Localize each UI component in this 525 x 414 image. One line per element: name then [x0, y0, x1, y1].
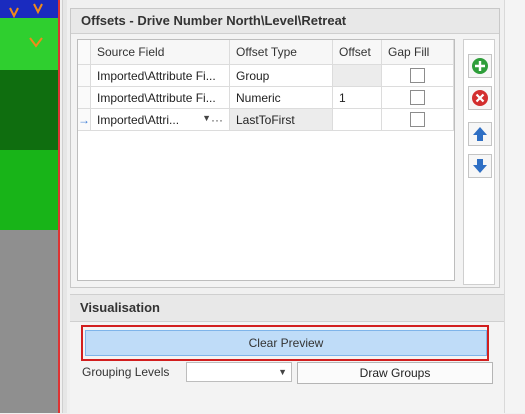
- row-header-corner: [78, 40, 91, 65]
- source-field-cell-editing[interactable]: ··· ▼ Imported\Attri...: [90, 108, 230, 131]
- row-toolbar: [463, 39, 495, 285]
- visualisation-title: Visualisation: [70, 295, 504, 322]
- 3d-viewport[interactable]: [0, 0, 60, 413]
- offset-cell[interactable]: [332, 64, 382, 87]
- table-row[interactable]: → ··· ▼ Imported\Attri... LastToFirst: [78, 108, 454, 131]
- draw-groups-button[interactable]: Draw Groups: [297, 362, 493, 384]
- ellipsis-button[interactable]: ···: [211, 113, 223, 127]
- col-source-field[interactable]: Source Field: [90, 40, 230, 65]
- add-icon: [472, 58, 488, 74]
- offsets-title: Offsets - Drive Number North\Level\Retre…: [71, 9, 499, 34]
- offset-type-cell[interactable]: Numeric: [229, 86, 333, 109]
- col-gap-fill[interactable]: Gap Fill: [381, 40, 454, 65]
- current-row-marker[interactable]: →: [78, 108, 91, 131]
- source-field-value: Imported\Attri...: [97, 112, 180, 127]
- offset-cell[interactable]: 1: [332, 86, 382, 109]
- remove-icon: [472, 90, 488, 106]
- splitter[interactable]: [62, 0, 67, 413]
- clear-preview-button[interactable]: Clear Preview: [85, 330, 487, 356]
- panel-scrollbar[interactable]: [504, 0, 525, 413]
- row-header[interactable]: [78, 86, 91, 109]
- offset-cell[interactable]: [332, 108, 382, 131]
- table-row[interactable]: Imported\Attribute Fi... Group: [78, 64, 454, 87]
- gap-fill-checkbox[interactable]: [410, 68, 425, 84]
- move-up-button[interactable]: [468, 122, 492, 146]
- chevron-down-icon[interactable]: ▼: [278, 367, 287, 377]
- offsets-group: Offsets - Drive Number North\Level\Retre…: [70, 8, 500, 288]
- offset-type-cell[interactable]: Group: [229, 64, 333, 87]
- move-up-icon: [473, 127, 487, 141]
- table-row[interactable]: Imported\Attribute Fi... Numeric 1: [78, 86, 454, 109]
- add-row-button[interactable]: [468, 54, 492, 78]
- col-offset[interactable]: Offset: [332, 40, 382, 65]
- viewport-surface-bottom: [0, 150, 58, 230]
- move-down-button[interactable]: [468, 154, 492, 178]
- clear-preview-highlight: Clear Preview: [81, 325, 489, 361]
- row-header[interactable]: [78, 64, 91, 87]
- remove-row-button[interactable]: [468, 86, 492, 110]
- viewport-floor: [0, 230, 58, 413]
- offsets-grid[interactable]: Source Field Offset Type Offset Gap Fill…: [77, 39, 455, 281]
- move-down-icon: [473, 159, 487, 173]
- col-offset-type[interactable]: Offset Type: [229, 40, 333, 65]
- visualisation-group: Visualisation Clear Preview Grouping Lev…: [70, 294, 504, 414]
- grouping-levels-label: Grouping Levels: [82, 365, 170, 379]
- gap-fill-checkbox[interactable]: [410, 90, 425, 106]
- viewport-dark-block: [0, 70, 58, 150]
- chevron-down-icon[interactable]: ▼: [202, 113, 211, 123]
- source-field-cell[interactable]: Imported\Attribute Fi...: [90, 64, 230, 87]
- grouping-levels-dropdown[interactable]: ▼: [186, 362, 292, 382]
- gap-fill-checkbox[interactable]: [410, 112, 425, 128]
- offset-type-cell[interactable]: LastToFirst: [229, 108, 333, 131]
- source-field-cell[interactable]: Imported\Attribute Fi...: [90, 86, 230, 109]
